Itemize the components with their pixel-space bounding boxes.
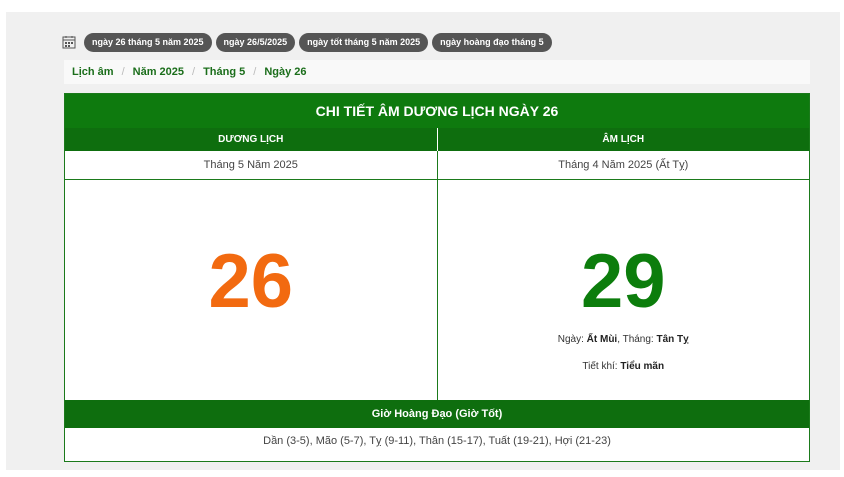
breadcrumb-thang-5[interactable]: Tháng 5 [203, 66, 245, 78]
lunar-month-label: , Tháng: [617, 334, 657, 345]
lunar-day-cell: 29 Ngày: Ất Mùi, Tháng: Tân Tỵ Tiết khí:… [436, 180, 810, 400]
solar-month-year: Tháng 5 Năm 2025 [65, 151, 437, 180]
tag-ngay-26-thang-5[interactable]: ngày 26 tháng 5 năm 2025 [84, 32, 212, 52]
lunar-can-chi: Ngày: Ất Mùi, Tháng: Tân Tỵ [438, 334, 810, 345]
month-year-row: Tháng 5 Năm 2025 Tháng 4 Năm 2025 (Ất Tỵ… [65, 151, 809, 180]
tag-bar: ngày 26 tháng 5 năm 2025 ngày 26/5/2025 … [62, 32, 552, 52]
breadcrumb-separator: / [253, 66, 257, 78]
lunar-month-can-chi: Tân Tỵ [656, 334, 689, 345]
tiet-khi-label: Tiết khí: [582, 361, 621, 372]
lunar-header: ÂM LỊCH [436, 128, 809, 151]
breadcrumb-lich-am[interactable]: Lịch âm [72, 66, 114, 78]
tag-ngay-tot-thang-5[interactable]: ngày tốt tháng 5 năm 2025 [299, 32, 429, 52]
page-background: ngày 26 tháng 5 năm 2025 ngày 26/5/2025 … [6, 12, 840, 470]
tiet-khi-value: Tiểu mãn [620, 361, 665, 372]
breadcrumb-separator: / [121, 66, 125, 78]
gio-hoang-dao-title: Giờ Hoàng Đạo (Giờ Tốt) [65, 400, 809, 428]
solar-header: DƯƠNG LỊCH [65, 128, 437, 151]
lunar-month-year: Tháng 4 Năm 2025 (Ất Tỵ) [436, 151, 809, 180]
breadcrumb-separator: / [192, 66, 196, 78]
card-title: CHI TIẾT ÂM DƯƠNG LỊCH NGÀY 26 [65, 94, 809, 128]
column-header-row: DƯƠNG LỊCH ÂM LỊCH [65, 128, 809, 151]
lunar-day-can-chi: Ất Mùi [586, 334, 618, 345]
lunar-day-number: 29 [580, 239, 666, 324]
breadcrumb-ngay-26[interactable]: Ngày 26 [264, 66, 306, 78]
tag-ngay-hoang-dao[interactable]: ngày hoàng đạo tháng 5 [432, 32, 552, 52]
breadcrumb-nam-2025[interactable]: Năm 2025 [133, 66, 184, 78]
lunar-day-label: Ngày: [557, 334, 587, 345]
solar-day-cell: 26 [65, 180, 437, 400]
lunar-tiet-khi: Tiết khí: Tiểu mãn [438, 361, 810, 372]
day-row: 26 29 Ngày: Ất Mùi, Tháng: Tân Tỵ Tiết k… [65, 180, 809, 400]
calendar-icon [62, 35, 76, 49]
gio-hoang-dao-list: Dần (3-5), Mão (5-7), Tỵ (9-11), Thân (1… [263, 435, 611, 447]
solar-day-number: 26 [208, 239, 294, 324]
tag-ngay-26-5-2025[interactable]: ngày 26/5/2025 [215, 32, 296, 52]
breadcrumb: Lịch âm / Năm 2025 / Tháng 5 / Ngày 26 [64, 60, 810, 84]
calendar-detail-card: CHI TIẾT ÂM DƯƠNG LỊCH NGÀY 26 DƯƠNG LỊC… [64, 93, 810, 462]
